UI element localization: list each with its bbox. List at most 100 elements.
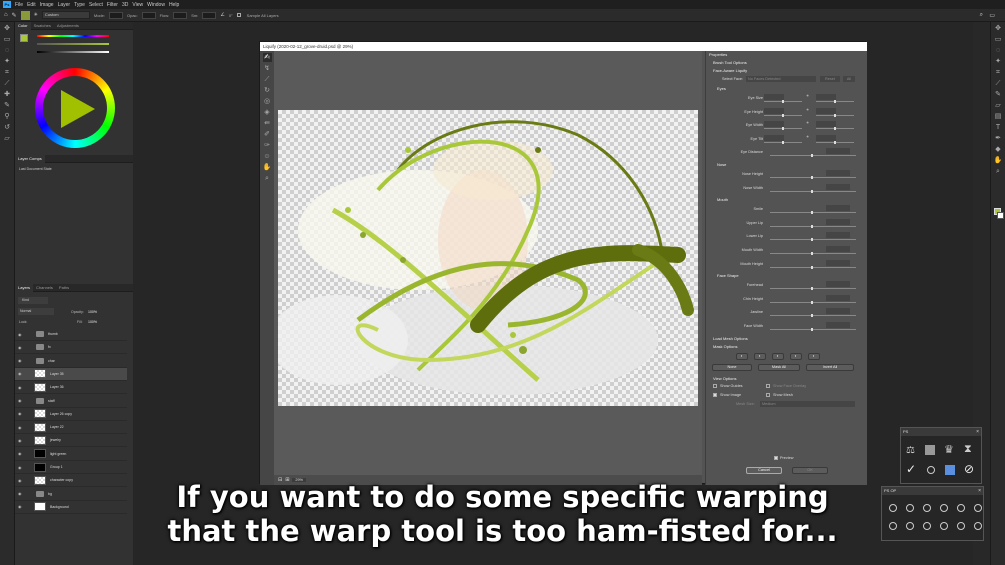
link-icon[interactable]: ⚭: [806, 93, 809, 98]
slider-knob[interactable]: [834, 100, 836, 103]
layer-row[interactable]: ◉ jewelry: [15, 434, 127, 448]
layer-comp-item[interactable]: Last Document State: [19, 167, 52, 171]
layer-row[interactable]: ◉ thumb: [15, 328, 127, 341]
flow-field[interactable]: [173, 11, 188, 19]
pucker-tool-icon[interactable]: ◎: [263, 97, 272, 106]
tab-color[interactable]: Color: [15, 21, 31, 30]
slider-track[interactable]: [770, 266, 856, 268]
value-field[interactable]: [826, 308, 850, 315]
show-image-checkbox[interactable]: [713, 392, 717, 397]
visibility-eye-icon[interactable]: ◉: [18, 398, 24, 403]
hue-slider[interactable]: [37, 35, 109, 37]
slider-knob[interactable]: [811, 189, 813, 193]
mask-mode-icon[interactable]: ◐: [790, 352, 802, 360]
slider-knob[interactable]: [811, 327, 813, 331]
background-color-swatch[interactable]: [997, 212, 1004, 219]
section-mouth[interactable]: Mouth: [706, 196, 867, 204]
slider-knob[interactable]: [811, 211, 813, 215]
history-brush-icon[interactable]: ↺: [3, 123, 12, 132]
value-field[interactable]: [826, 281, 850, 288]
type-tool-icon[interactable]: T: [994, 123, 1003, 132]
smoothing-field[interactable]: [202, 11, 217, 19]
cancel-button[interactable]: Cancel: [746, 467, 782, 474]
slider-knob[interactable]: [811, 314, 813, 318]
layer-row[interactable]: ◉ Layer 22: [15, 421, 127, 435]
tab-paths[interactable]: Paths: [56, 285, 72, 290]
menu-select[interactable]: Select: [89, 2, 103, 8]
crop-tool-icon[interactable]: ⌗: [3, 68, 12, 77]
layer-row[interactable]: ◉ Group 1: [15, 461, 127, 474]
menu-3d[interactable]: 3D: [122, 2, 128, 8]
layer-row[interactable]: ◉ Layer 26 copy: [15, 408, 127, 421]
slider-knob[interactable]: [811, 224, 813, 228]
color-triangle[interactable]: [61, 90, 95, 128]
opacity-value-layers[interactable]: 100%: [88, 310, 97, 314]
move-tool-icon[interactable]: ✥: [3, 24, 12, 33]
preview-checkbox[interactable]: [774, 456, 778, 460]
visibility-eye-icon[interactable]: ◉: [18, 425, 24, 430]
visibility-eye-icon[interactable]: ◉: [18, 451, 24, 456]
value-field[interactable]: [816, 121, 836, 128]
brush-tool-icon-left[interactable]: ✎: [3, 101, 12, 110]
tab-channels[interactable]: Channels: [33, 285, 56, 290]
value-field[interactable]: [826, 148, 850, 155]
shape-tool-icon[interactable]: ◆: [994, 145, 1003, 154]
slider-knob[interactable]: [782, 113, 784, 117]
zoom-tool-icon[interactable]: ⌕: [263, 174, 272, 183]
twirl-tool-icon[interactable]: ↻: [263, 86, 272, 95]
smooth-tool-icon[interactable]: ⟋: [263, 75, 272, 84]
foreground-swatch[interactable]: [20, 34, 28, 42]
bloat-tool-icon[interactable]: ◈: [263, 108, 272, 117]
pen-tool-icon[interactable]: ✒: [994, 134, 1003, 143]
slider-knob[interactable]: [811, 175, 813, 179]
grid-icon[interactable]: [925, 445, 935, 455]
hourglass-icon[interactable]: ⧗: [964, 443, 972, 456]
visibility-eye-icon[interactable]: ◉: [18, 371, 24, 376]
circle-icon[interactable]: [927, 466, 935, 474]
slider-knob[interactable]: [834, 113, 836, 117]
value-field[interactable]: [764, 107, 784, 114]
tab-adjustments[interactable]: Adjustments: [54, 23, 82, 28]
brush-preset-select[interactable]: Custom: [41, 11, 90, 19]
menu-window[interactable]: Window: [147, 2, 165, 8]
slider-track[interactable]: [770, 315, 856, 317]
visibility-eye-icon[interactable]: ◉: [18, 332, 24, 337]
mode-field[interactable]: [108, 11, 123, 19]
marquee-tool-icon[interactable]: ▭: [3, 35, 12, 44]
healing-tool-icon[interactable]: ✚: [3, 90, 12, 99]
search-icon[interactable]: ⌕: [980, 12, 983, 19]
menu-filter[interactable]: Filter: [107, 2, 118, 8]
mask-mode-icon[interactable]: ◐: [808, 352, 820, 360]
value-field[interactable]: [816, 107, 836, 114]
visibility-eye-icon[interactable]: ◉: [18, 358, 24, 363]
hand-tool-icon-right[interactable]: ✋: [994, 156, 1003, 165]
value-field[interactable]: [826, 232, 850, 239]
freeze-mask-tool-icon[interactable]: ✐: [263, 130, 272, 139]
slider-track[interactable]: [770, 190, 856, 192]
ok-button[interactable]: OK: [792, 467, 828, 474]
slider-track[interactable]: [770, 176, 856, 178]
value-field[interactable]: [816, 134, 836, 141]
magic-wand-icon[interactable]: ✦: [994, 57, 1003, 66]
value-field[interactable]: [826, 294, 850, 301]
tab-swatches[interactable]: Swatches: [31, 23, 54, 28]
balance-icon[interactable]: ⚖: [906, 445, 915, 456]
slider-track[interactable]: [770, 288, 856, 290]
mask-options-section[interactable]: Mask Options: [706, 343, 867, 351]
eraser-tool-icon[interactable]: ▱: [3, 134, 12, 143]
slider-knob[interactable]: [834, 127, 836, 131]
marquee-tool-icon-right[interactable]: ▭: [994, 35, 1003, 44]
section-face_shape[interactable]: Face Shape: [706, 272, 867, 280]
value-field[interactable]: [826, 183, 850, 190]
load-mesh-options-section[interactable]: Load Mesh Options: [706, 335, 867, 343]
liquify-image[interactable]: [278, 110, 698, 406]
slider-knob[interactable]: [811, 300, 813, 304]
gradient-icon[interactable]: ▤: [994, 112, 1003, 121]
slider-track[interactable]: [770, 212, 856, 214]
home-icon[interactable]: ⌂: [4, 12, 8, 18]
sample-all-checkbox[interactable]: [236, 13, 241, 17]
value-field[interactable]: [764, 121, 784, 128]
slider-knob[interactable]: [811, 265, 813, 269]
lasso-tool-icon[interactable]: ◌: [3, 46, 12, 55]
angle-value[interactable]: 0°: [229, 13, 233, 18]
